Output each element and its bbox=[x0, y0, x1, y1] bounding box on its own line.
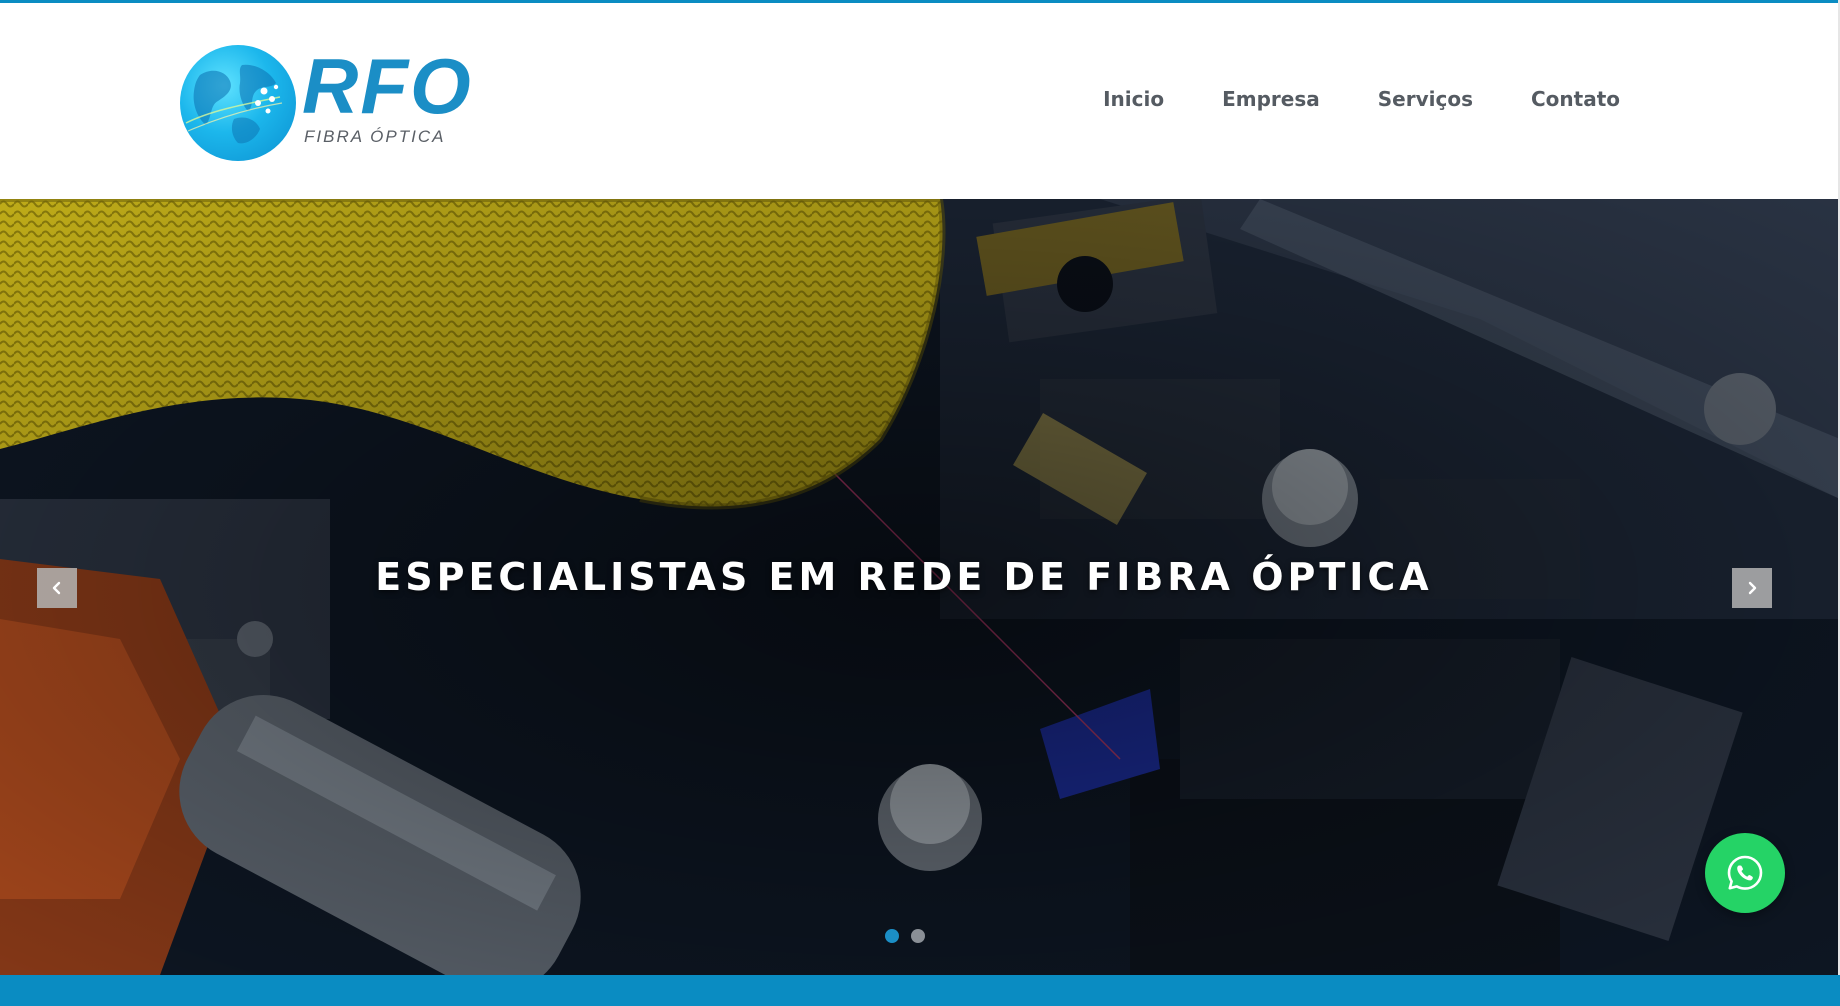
chevron-left-icon bbox=[52, 581, 61, 595]
slider-pagination bbox=[885, 929, 925, 943]
whatsapp-chat-button[interactable] bbox=[1705, 833, 1785, 913]
slider-prev-button[interactable] bbox=[37, 568, 77, 608]
slider-dot-2[interactable] bbox=[911, 929, 925, 943]
hero-headline: ESPECIALISTAS EM REDE DE FIBRA ÓPTICA bbox=[375, 555, 1433, 599]
nav-item-empresa[interactable]: Empresa bbox=[1222, 87, 1320, 111]
main-nav: Inicio Empresa Serviços Contato bbox=[1103, 87, 1620, 111]
nav-item-servicos[interactable]: Serviços bbox=[1378, 87, 1473, 111]
whatsapp-icon bbox=[1727, 855, 1763, 890]
hero-slider: ESPECIALISTAS EM REDE DE FIBRA ÓPTICA bbox=[0, 199, 1840, 975]
logo-subtitle: FIBRA ÓPTICA bbox=[304, 127, 446, 146]
nav-item-contato[interactable]: Contato bbox=[1531, 87, 1620, 111]
bottom-accent-band bbox=[0, 975, 1840, 1006]
site-logo[interactable]: RFO FIBRA ÓPTICA bbox=[180, 43, 516, 163]
nav-item-inicio[interactable]: Inicio bbox=[1103, 87, 1164, 111]
slider-next-button[interactable] bbox=[1732, 568, 1772, 608]
site-header: RFO FIBRA ÓPTICA Inicio Empresa Serviços… bbox=[0, 3, 1840, 199]
logo-wordmark: RFO FIBRA ÓPTICA bbox=[302, 45, 512, 161]
logo-mark-text: RFO bbox=[302, 42, 473, 130]
slider-dot-1[interactable] bbox=[885, 929, 899, 943]
chevron-right-icon bbox=[1748, 581, 1757, 595]
globe-icon bbox=[180, 45, 296, 161]
